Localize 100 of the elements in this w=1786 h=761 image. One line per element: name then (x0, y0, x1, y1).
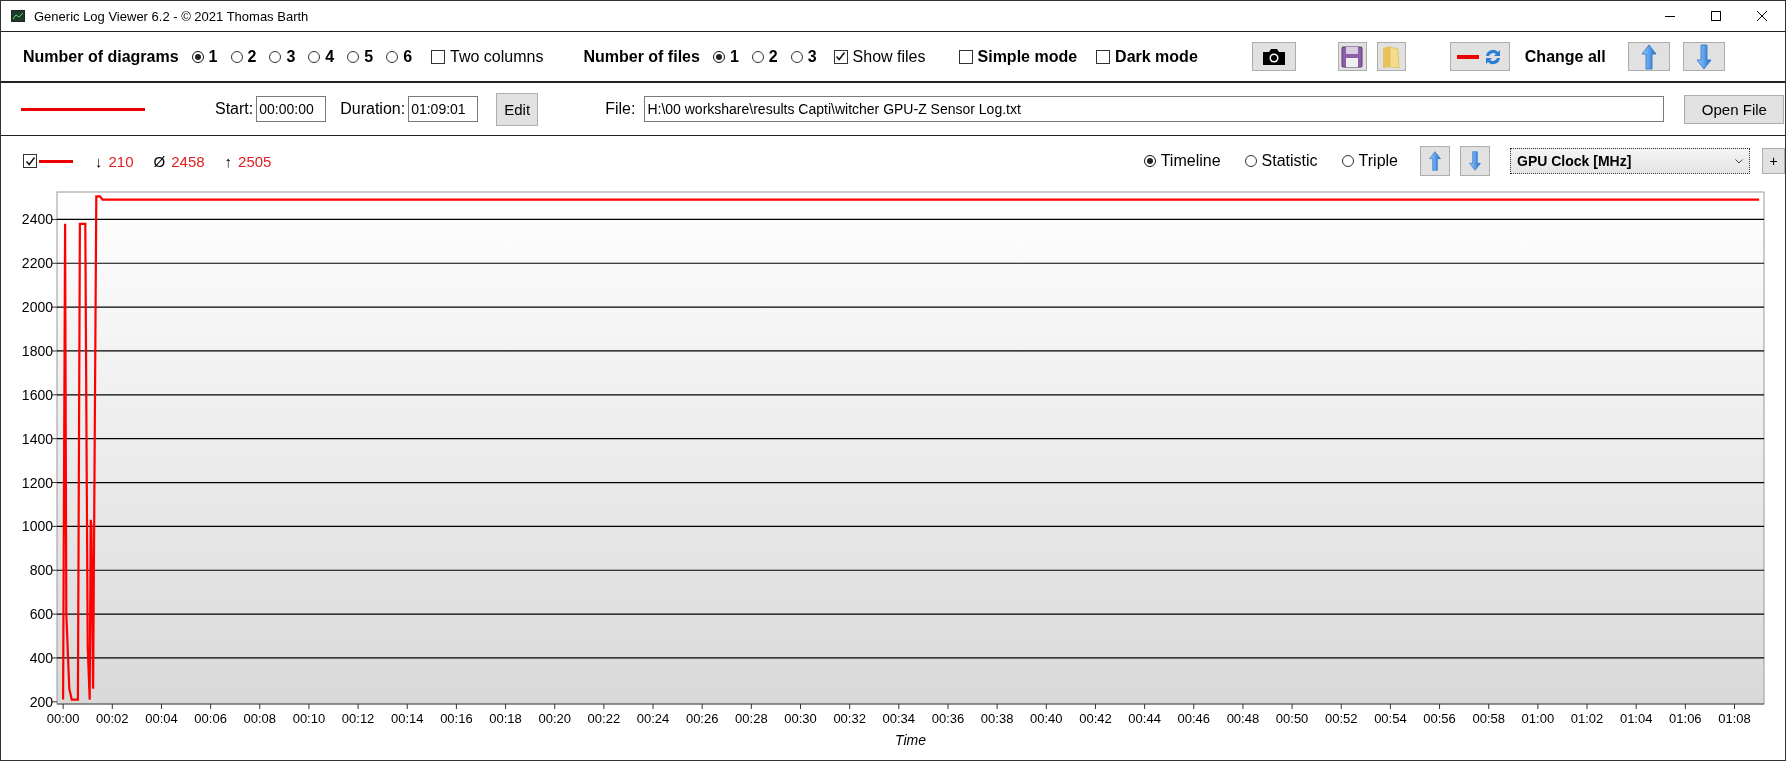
x-axis-label: 00:34 (882, 711, 916, 726)
x-axis-label: 00:06 (194, 711, 227, 726)
line-sample-icon (1456, 54, 1479, 59)
maximize-icon[interactable] (1710, 10, 1722, 22)
diagram-count-radio[interactable] (191, 50, 204, 63)
y-axis-label: 2000 (21, 299, 53, 316)
x-axis-label: 01:04 (1619, 711, 1653, 726)
x-axis-label: 01:06 (1669, 711, 1702, 726)
view-mode-radio-label[interactable]: Triple (1358, 152, 1398, 170)
view-mode-radio-label[interactable]: Statistic (1261, 152, 1318, 170)
x-axis-label: 00:44 (1128, 711, 1161, 726)
x-axis-label: 01:00 (1521, 711, 1555, 726)
x-axis-label: 00:56 (1423, 711, 1456, 726)
x-axis-label: 00:02 (96, 711, 129, 726)
x-axis-label: 00:40 (1030, 711, 1063, 726)
app-icon (11, 10, 25, 22)
folder-icon (1381, 44, 1402, 69)
file-count-radio-label[interactable]: 3 (807, 47, 817, 66)
view-mode-radio[interactable] (1143, 155, 1156, 167)
change-all-label: Change all (1524, 47, 1606, 66)
up-arrow-icon (1639, 43, 1658, 70)
maximum-value: 2505 (238, 152, 272, 170)
move-down-button[interactable] (1682, 42, 1725, 71)
screenshot-button[interactable] (1251, 42, 1296, 71)
check-icon (835, 51, 847, 62)
x-axis-label: 00:58 (1472, 711, 1505, 726)
y-axis-label: 1400 (21, 430, 53, 447)
file-count-radio[interactable] (712, 50, 725, 63)
dark-mode-checkbox[interactable]: Dark mode (1096, 47, 1198, 66)
move-up-button[interactable] (1627, 42, 1670, 71)
minimum-value: 210 (108, 152, 134, 170)
file-count-radio[interactable] (790, 50, 803, 63)
diagram-count-radio[interactable] (308, 50, 321, 63)
close-icon[interactable] (1756, 10, 1768, 22)
file-count-radio-label[interactable]: 1 (729, 47, 739, 66)
diagram-count-radio[interactable] (269, 50, 282, 63)
x-axis-title: Time (895, 732, 926, 748)
chevron-down-icon (1735, 158, 1743, 164)
duration-field[interactable]: 01:09:01 (408, 96, 479, 122)
two-columns-checkbox[interactable]: Two columns (431, 47, 544, 66)
file-count-radio[interactable] (751, 50, 764, 63)
save-button[interactable] (1337, 42, 1367, 71)
y-axis-label: 2200 (21, 255, 53, 272)
x-axis-label: 00:46 (1177, 711, 1211, 726)
diagram-count-radio-label[interactable]: 2 (247, 47, 257, 66)
y-axis-label: 400 (29, 649, 53, 666)
down-arrow-icon (1468, 149, 1482, 173)
file-label: File: (605, 100, 636, 118)
view-mode-radio[interactable] (1244, 155, 1257, 167)
diagram-count-radio-label[interactable]: 3 (286, 47, 296, 66)
x-axis-label: 00:08 (243, 711, 277, 726)
x-axis-label: 00:20 (538, 711, 571, 726)
x-axis-label: 00:14 (390, 711, 424, 726)
y-axis-label: 800 (29, 562, 53, 579)
diagram-count-radio[interactable] (386, 50, 399, 63)
x-axis-label: 00:26 (685, 711, 719, 726)
x-axis-label: 00:12 (341, 711, 375, 726)
refresh-line-button[interactable] (1449, 42, 1510, 71)
down-arrow-icon (1694, 43, 1713, 70)
channel-dropdown[interactable]: GPU Clock [MHz] (1510, 148, 1750, 174)
simple-mode-checkbox[interactable]: Simple mode (958, 47, 1078, 66)
open-file-button[interactable]: Open File (1684, 94, 1785, 124)
x-axis-label: 00:36 (931, 711, 965, 726)
diagram-count-radio[interactable] (230, 50, 243, 63)
diagram-count-radio[interactable] (347, 50, 360, 63)
y-axis-label: 200 (29, 693, 53, 710)
y-axis-label: 1800 (21, 342, 53, 359)
x-axis-label: 00:18 (489, 711, 522, 726)
file-count-radio-label[interactable]: 2 (768, 47, 778, 66)
start-field[interactable]: 00:00:00 (256, 96, 327, 122)
x-axis-label: 00:48 (1226, 711, 1260, 726)
x-axis-label: 00:30 (784, 711, 817, 726)
add-button[interactable]: + (1762, 148, 1785, 174)
up-arrow-icon (1428, 149, 1442, 173)
view-mode-radio-label[interactable]: Timeline (1160, 152, 1221, 170)
view-mode-radio[interactable] (1341, 155, 1354, 167)
x-axis-label: 00:24 (636, 711, 670, 726)
y-axis-label: 1600 (21, 386, 53, 403)
move-up-button[interactable] (1420, 146, 1450, 176)
x-axis-label: 00:04 (145, 711, 178, 726)
diagram-count-radio-label[interactable]: 4 (325, 47, 335, 66)
x-axis-label: 00:10 (292, 711, 326, 726)
visibility-checkbox[interactable] (23, 154, 37, 168)
line-sample-icon (21, 107, 145, 111)
diagram-count-radio-label[interactable]: 6 (403, 47, 413, 66)
show-files-checkbox[interactable]: Show files (833, 47, 926, 66)
x-axis-label: 00:50 (1275, 711, 1309, 726)
x-axis-label: 01:08 (1718, 711, 1751, 726)
edit-button[interactable]: Edit (496, 92, 539, 126)
duration-label: Duration: (340, 100, 406, 118)
y-axis-label: 1000 (21, 518, 53, 535)
maximum-symbol: ↑ (224, 152, 233, 170)
y-axis-label: 2400 (21, 211, 53, 228)
diagram-count-radio-label[interactable]: 5 (364, 47, 374, 66)
diagram-count-radio-label[interactable]: 1 (208, 47, 218, 66)
camera-icon (1261, 47, 1286, 66)
move-down-button[interactable] (1460, 146, 1490, 176)
file-path-field[interactable]: H:\00 workshare\results Capti\witcher GPU-Z Sensor Log.txt (644, 96, 1665, 122)
file-count-label: Number of files (583, 47, 700, 66)
x-axis-label: 00:54 (1374, 711, 1407, 726)
